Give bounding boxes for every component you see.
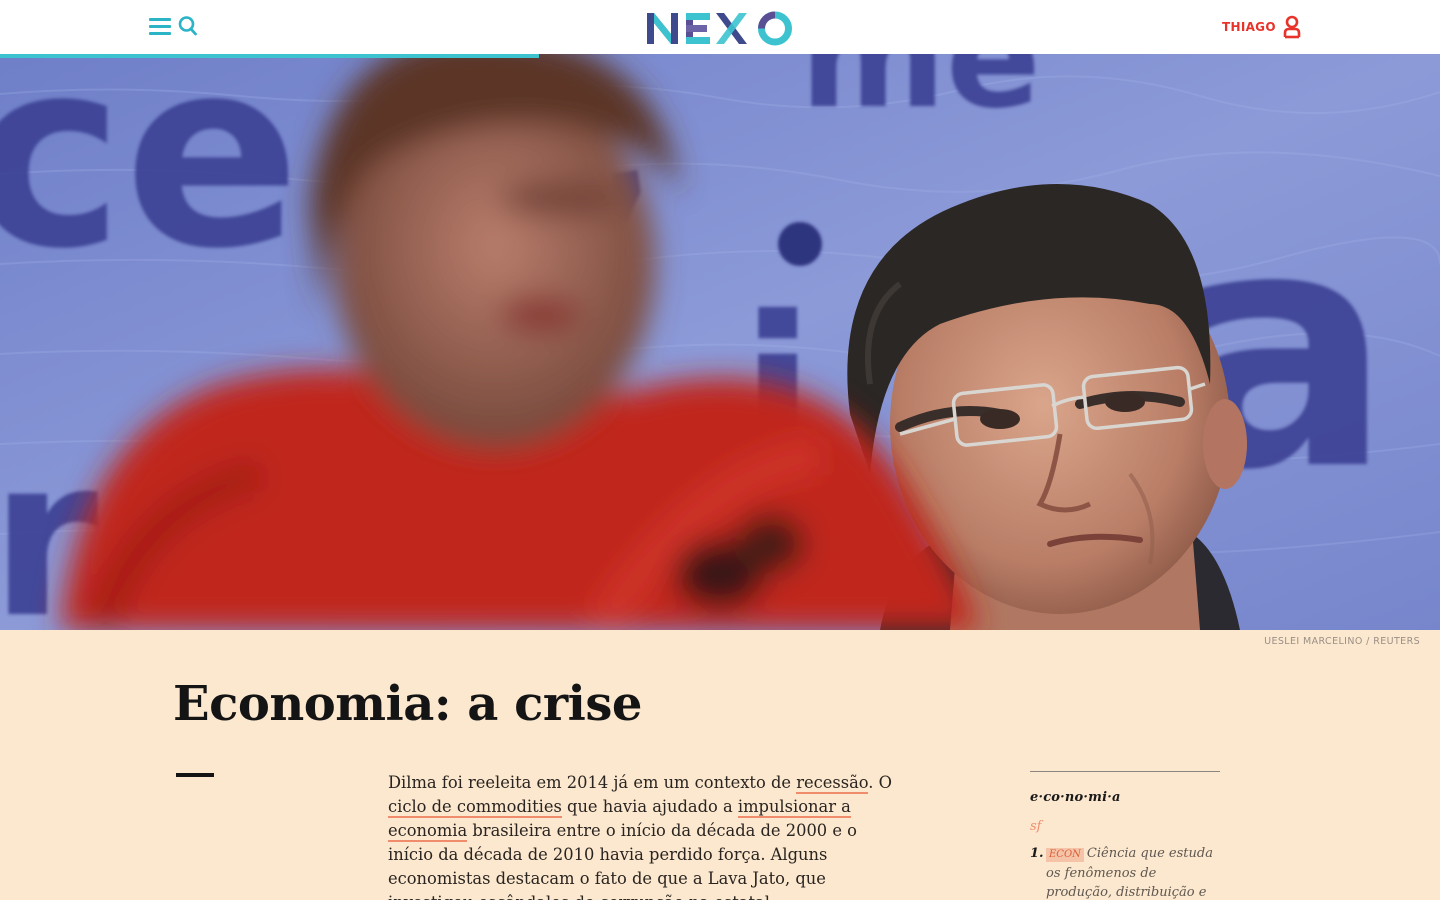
svg-text:me: me [800, 54, 1041, 140]
photo-credit: UESLEI MARCELINO / REUTERS [1264, 636, 1420, 647]
reading-progress-bar [0, 54, 539, 58]
dictionary-definition: 1. ECON Ciência que estuda os fenômenos d… [1030, 844, 1220, 900]
link-ciclo-de-commodities[interactable]: ciclo de commodities [388, 797, 562, 818]
search-icon[interactable] [177, 15, 199, 37]
hero-photo: ce , me a r i [0, 54, 1440, 630]
link-recessao[interactable]: recessão [796, 773, 869, 794]
paragraph-text: . O [868, 773, 892, 792]
article-title: Economia: a crise [173, 676, 642, 732]
title-divider [176, 773, 214, 777]
dictionary-word-class: sf [1030, 819, 1042, 834]
definition-tag: ECON [1046, 848, 1084, 862]
top-header: THIAGO [0, 0, 1440, 54]
svg-text:ce: ce [0, 54, 300, 306]
definition-number: 1. [1030, 846, 1044, 861]
user-name: THIAGO [1222, 20, 1276, 34]
paragraph-text: que havia ajudado a [561, 797, 738, 816]
dictionary-box: e·co·no·mi·a sf 1. ECON Ciência que estud… [1030, 771, 1220, 900]
user-account-link[interactable]: THIAGO [1222, 14, 1302, 40]
dictionary-word: e·co·no·mi·a [1030, 790, 1121, 805]
paragraph-text: Dilma foi reeleita em 2014 já em um cont… [388, 773, 797, 792]
article-paragraph: Dilma foi reeleita em 2014 já em um cont… [388, 771, 900, 900]
user-icon [1283, 15, 1301, 39]
nexo-logo[interactable] [644, 8, 796, 48]
menu-icon[interactable] [149, 17, 171, 36]
